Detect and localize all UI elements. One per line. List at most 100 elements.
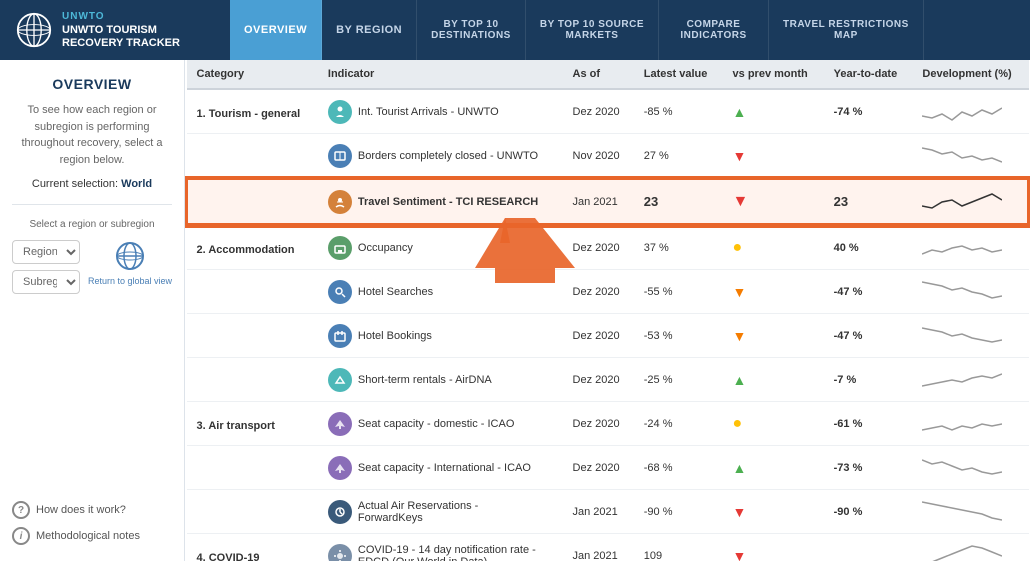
- region-select[interactable]: Region: [12, 240, 80, 264]
- table-row: 4. COVID-19 COVID-19 - 14 day notificati…: [187, 534, 1029, 561]
- sparkline-cell: [912, 402, 1028, 446]
- category-accommodation: 2. Accommodation: [187, 225, 318, 270]
- indicator-cell: Seat capacity - domestic - ICAO: [318, 402, 563, 446]
- arrow-down-red-icon: ▼: [733, 193, 749, 210]
- table-row: Short-term rentals - AirDNA Dez 2020 -25…: [187, 358, 1029, 402]
- col-indicator: Indicator: [318, 60, 563, 89]
- vs-prev-cell: ●: [723, 225, 824, 270]
- indicator-icon-arrivals: [328, 100, 352, 124]
- tab-compare-indicators[interactable]: COMPAREINDICATORS: [659, 0, 769, 60]
- as-of-cell: Dez 2020: [563, 446, 634, 490]
- indicator-name: Int. Tourist Arrivals - UNWTO: [358, 106, 499, 118]
- vs-prev-cell: ●: [723, 402, 824, 446]
- table-row: Actual Air Reservations -ForwardKeys Jan…: [187, 490, 1029, 534]
- methodological-notes-label: Methodological notes: [36, 530, 140, 542]
- sidebar-title: OVERVIEW: [12, 76, 172, 92]
- return-global-button[interactable]: Return to global view: [88, 240, 172, 286]
- sparkline-chart-highlighted: [922, 186, 1002, 214]
- indicator-name: Hotel Bookings: [358, 330, 432, 342]
- methodological-notes-link[interactable]: i Methodological notes: [12, 527, 172, 545]
- header: UNWTO UNWTO TOURISM RECOVERY TRACKER OVE…: [0, 0, 1030, 60]
- as-of-cell: Dez 2020: [563, 89, 634, 134]
- ytd-cell: [824, 534, 913, 561]
- vs-prev-cell: ▲: [723, 89, 824, 134]
- tab-by-region[interactable]: BY REGION: [322, 0, 417, 60]
- indicator-name: COVID-19 - 14 day notification rate -EDC…: [358, 544, 536, 561]
- sparkline-cell: [912, 89, 1028, 134]
- indicator-name: Seat capacity - International - ICAO: [358, 462, 531, 474]
- table-row: 1. Tourism - general Int. Tourist Arriva…: [187, 89, 1029, 134]
- sparkline-chart: [922, 540, 1002, 561]
- indicator-cell-highlighted: Travel Sentiment - TCI RESEARCH: [318, 179, 563, 225]
- indicator-icon-sentiment: [328, 190, 352, 214]
- as-of-cell: Dez 2020: [563, 225, 634, 270]
- sparkline-cell: [912, 134, 1028, 179]
- arrow-down-icon: ▼: [733, 548, 747, 561]
- table-row: Borders completely closed - UNWTO Nov 20…: [187, 134, 1029, 179]
- latest-value-cell: 109: [634, 534, 723, 561]
- table-row: Seat capacity - International - ICAO Dez…: [187, 446, 1029, 490]
- sparkline-highlighted: [912, 179, 1028, 225]
- indicator-cell: Borders completely closed - UNWTO: [318, 134, 563, 179]
- indicator-cell: Actual Air Reservations -ForwardKeys: [318, 490, 563, 534]
- latest-value-cell: -24 %: [634, 402, 723, 446]
- subregion-select[interactable]: Subregion: [12, 270, 80, 294]
- col-latest-value: Latest value: [634, 60, 723, 89]
- how-does-it-work-link[interactable]: ? How does it work?: [12, 501, 172, 519]
- col-development: Development (%): [912, 60, 1028, 89]
- content-wrapper: Category Indicator As of Latest value vs…: [185, 60, 1030, 561]
- indicator-name: Occupancy: [358, 242, 413, 254]
- ytd-cell: 40 %: [824, 225, 913, 270]
- latest-value-cell: -85 %: [634, 89, 723, 134]
- vs-prev-cell: ▲: [723, 358, 824, 402]
- vs-prev-cell: ▲: [723, 446, 824, 490]
- sparkline-cell: [912, 446, 1028, 490]
- vs-prev-cell: ▼: [723, 534, 824, 561]
- as-of-cell: Dez 2020: [563, 270, 634, 314]
- unwto-logo-icon: [16, 12, 52, 48]
- col-category: Category: [187, 60, 318, 89]
- vs-prev-highlighted: ▼: [723, 179, 824, 225]
- sidebar-divider: [12, 204, 172, 205]
- latest-value-cell: 27 %: [634, 134, 723, 179]
- as-of-cell: Dez 2020: [563, 402, 634, 446]
- sidebar-footer: ? How does it work? i Methodological not…: [12, 501, 172, 545]
- sparkline-chart: [922, 140, 1002, 168]
- indicator-name: Hotel Searches: [358, 286, 433, 298]
- table-row: Hotel Bookings Dez 2020 -53 % ▼ -47 %: [187, 314, 1029, 358]
- tab-travel-restrictions[interactable]: TRAVEL RESTRICTIONSMAP: [769, 0, 924, 60]
- as-of-cell: Nov 2020: [563, 134, 634, 179]
- tab-overview[interactable]: OVERVIEW: [230, 0, 322, 60]
- as-of-highlighted: Jan 2021: [563, 179, 634, 225]
- category-cell-empty: [187, 134, 318, 179]
- indicator-icon-seat-international: [328, 456, 352, 480]
- indicator-icon-borders: [328, 144, 352, 168]
- category-cell-empty: [187, 179, 318, 225]
- latest-value-cell: -53 %: [634, 314, 723, 358]
- ytd-cell: -47 %: [824, 314, 913, 358]
- table-header-row: Category Indicator As of Latest value vs…: [187, 60, 1029, 89]
- latest-value-highlighted: 23: [634, 179, 723, 225]
- sparkline-chart: [922, 496, 1002, 524]
- table-row: Hotel Searches Dez 2020 -55 % ▼ -47 %: [187, 270, 1029, 314]
- latest-value-cell: -90 %: [634, 490, 723, 534]
- nav-tabs: OVERVIEW BY REGION BY TOP 10DESTINATIONS…: [230, 0, 1030, 60]
- category-cell-empty: [187, 490, 318, 534]
- info-icon: i: [12, 527, 30, 545]
- sidebar-dropdowns: Region Subregion: [12, 240, 80, 294]
- sparkline-cell: [912, 490, 1028, 534]
- sparkline-chart: [922, 408, 1002, 436]
- ytd-cell: -73 %: [824, 446, 913, 490]
- indicator-cell: Hotel Searches: [318, 270, 563, 314]
- indicator-icon-hotel-searches: [328, 280, 352, 304]
- col-year-to-date: Year-to-date: [824, 60, 913, 89]
- sparkline-cell: [912, 314, 1028, 358]
- indicator-icon-forwardkeys: [328, 500, 352, 524]
- tab-by-top10-markets[interactable]: BY TOP 10 SOURCEMARKETS: [526, 0, 659, 60]
- tab-by-top10-dest[interactable]: BY TOP 10DESTINATIONS: [417, 0, 526, 60]
- vs-prev-cell: ▼: [723, 134, 824, 179]
- indicator-icon-seat-domestic: [328, 412, 352, 436]
- arrow-down-icon: ▼: [733, 328, 747, 344]
- latest-value-cell: -68 %: [634, 446, 723, 490]
- sparkline-cell: [912, 225, 1028, 270]
